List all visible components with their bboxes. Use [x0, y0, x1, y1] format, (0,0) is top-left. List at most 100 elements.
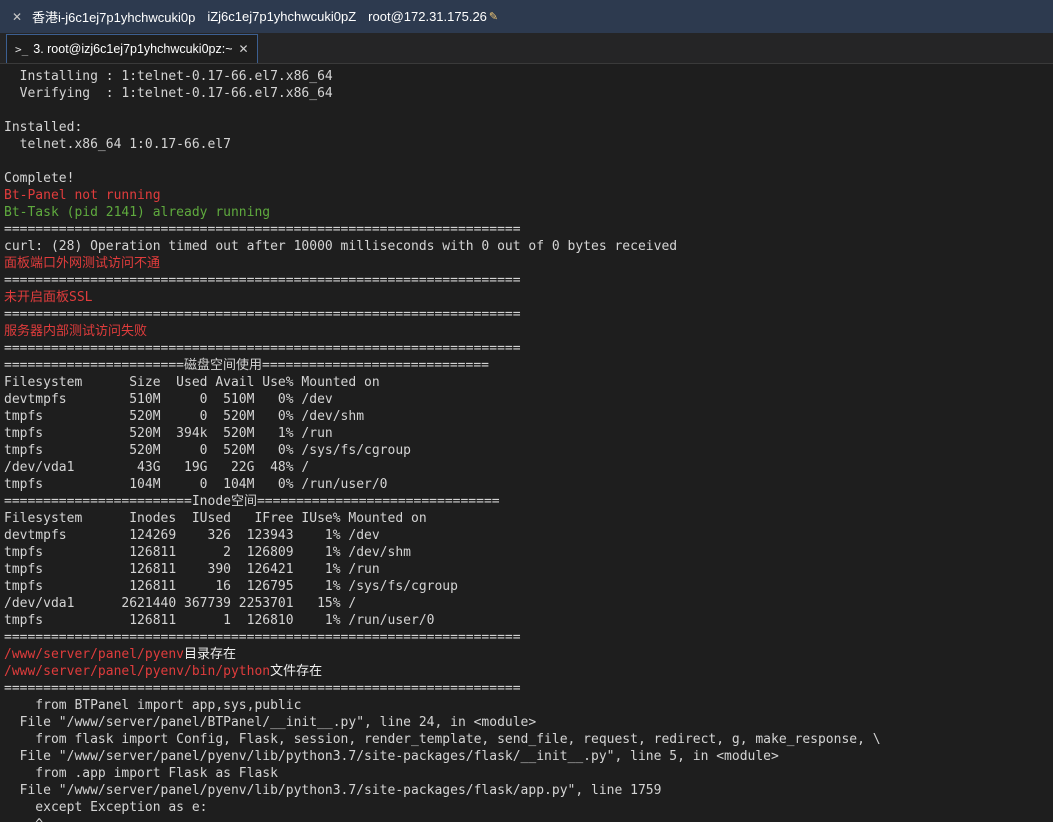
- terminal-text: File "/www/server/panel/BTPanel/__init__…: [4, 715, 537, 730]
- terminal-line: Bt-Panel not running: [4, 187, 1053, 204]
- terminal-text: ========================================…: [4, 273, 521, 288]
- title-user-host: root@172.31.175.26: [368, 9, 487, 24]
- terminal-line: tmpfs 126811 1 126810 1% /run/user/0: [4, 612, 1053, 629]
- terminal-text: Filesystem Inodes IUsed IFree IUse% Moun…: [4, 511, 427, 526]
- terminal-text: 文件存在: [270, 664, 323, 679]
- terminal-text: 目录存在: [184, 647, 237, 662]
- terminal-line: Filesystem Size Used Avail Use% Mounted …: [4, 374, 1053, 391]
- terminal-line: /dev/vda1 43G 19G 22G 48% /: [4, 459, 1053, 476]
- tab-bar: >_ 3. root@izj6c1ej7p1yhchwcuki0pz:~ ✕: [0, 33, 1053, 64]
- tab-terminal-session[interactable]: >_ 3. root@izj6c1ej7p1yhchwcuki0pz:~ ✕: [6, 34, 258, 63]
- terminal-line: Filesystem Inodes IUsed IFree IUse% Moun…: [4, 510, 1053, 527]
- terminal-text: 服务器内部测试访问失败: [4, 324, 148, 339]
- terminal-line: ========================================…: [4, 221, 1053, 238]
- terminal-line: /www/server/panel/pyenv目录存在: [4, 646, 1053, 663]
- title-session-name: 香港i-j6c1ej7p1yhchwcuki0p: [32, 10, 196, 25]
- terminal-text: ========================================…: [4, 341, 521, 356]
- terminal-text: tmpfs 520M 394k 520M 1% /run: [4, 426, 333, 441]
- terminal-line: Installed:: [4, 119, 1053, 136]
- terminal-text: File "/www/server/panel/pyenv/lib/python…: [4, 749, 779, 764]
- terminal-text: 未开启面板SSL: [4, 290, 93, 305]
- terminal-line: from flask import Config, Flask, session…: [4, 731, 1053, 748]
- terminal-line: ========================================…: [4, 340, 1053, 357]
- terminal-line: File "/www/server/panel/pyenv/lib/python…: [4, 748, 1053, 765]
- terminal-text: Complete!: [4, 171, 75, 186]
- terminal-text: Installed:: [4, 120, 83, 135]
- terminal-line: File "/www/server/panel/pyenv/lib/python…: [4, 782, 1053, 799]
- terminal-text: from flask import Config, Flask, session…: [4, 732, 881, 747]
- terminal-line: Installing : 1:telnet-0.17-66.el7.x86_64: [4, 68, 1053, 85]
- terminal-line: =======================磁盘空间使用===========…: [4, 357, 1053, 374]
- terminal-text: ========================================…: [4, 630, 521, 645]
- terminal-line: ========================Inode空间=========…: [4, 493, 1053, 510]
- terminal-line: File "/www/server/panel/BTPanel/__init__…: [4, 714, 1053, 731]
- terminal-line: ^: [4, 816, 1053, 822]
- terminal-line: ========================================…: [4, 306, 1053, 323]
- terminal-line: /www/server/panel/pyenv/bin/python文件存在: [4, 663, 1053, 680]
- terminal-line: Verifying : 1:telnet-0.17-66.el7.x86_64: [4, 85, 1053, 102]
- terminal-lines: Installing : 1:telnet-0.17-66.el7.x86_64…: [0, 64, 1053, 822]
- terminal-line: curl: (28) Operation timed out after 100…: [4, 238, 1053, 255]
- terminal-line: devtmpfs 124269 326 123943 1% /dev: [4, 527, 1053, 544]
- terminal-line: devtmpfs 510M 0 510M 0% /dev: [4, 391, 1053, 408]
- terminal-line: 服务器内部测试访问失败: [4, 323, 1053, 340]
- terminal-line: ========================================…: [4, 272, 1053, 289]
- terminal-text: tmpfs 126811 2 126809 1% /dev/shm: [4, 545, 411, 560]
- terminal-text: /www/server/panel/pyenv/bin/python: [4, 664, 271, 679]
- terminal-text: ========================================…: [4, 681, 521, 696]
- window-title-bar: ✕ 香港i-j6c1ej7p1yhchwcuki0p iZj6c1ej7p1yh…: [0, 0, 1053, 33]
- terminal-line: ========================================…: [4, 680, 1053, 697]
- terminal-line: tmpfs 520M 0 520M 0% /dev/shm: [4, 408, 1053, 425]
- terminal-text: ========================================…: [4, 307, 521, 322]
- disconnect-icon[interactable]: ✕: [10, 10, 24, 24]
- terminal-text: Bt-Panel not running: [4, 188, 161, 203]
- terminal-text: from BTPanel import app,sys,public: [4, 698, 302, 713]
- terminal-line: tmpfs 126811 390 126421 1% /run: [4, 561, 1053, 578]
- terminal-line: Complete!: [4, 170, 1053, 187]
- sync-status-icon: ✎: [488, 11, 499, 23]
- terminal-text: File "/www/server/panel/pyenv/lib/python…: [4, 783, 662, 798]
- terminal-line: tmpfs 520M 0 520M 0% /sys/fs/cgroup: [4, 442, 1053, 459]
- terminal-line: Bt-Task (pid 2141) already running: [4, 204, 1053, 221]
- terminal-line: except Exception as e:: [4, 799, 1053, 816]
- terminal-line: telnet.x86_64 1:0.17-66.el7: [4, 136, 1053, 153]
- terminal-text: /dev/vda1 43G 19G 22G 48% /: [4, 460, 310, 475]
- title-hostname: iZj6c1ej7p1yhchwcuki0pZ: [207, 9, 357, 24]
- terminal-text: Bt-Task (pid 2141) already running: [4, 205, 271, 220]
- terminal-line: ========================================…: [4, 629, 1053, 646]
- terminal-line: tmpfs 126811 16 126795 1% /sys/fs/cgroup: [4, 578, 1053, 595]
- terminal-text: tmpfs 126811 16 126795 1% /sys/fs/cgroup: [4, 579, 458, 594]
- terminal-text: /dev/vda1 2621440 367739 2253701 15% /: [4, 596, 357, 611]
- terminal-line: 面板端口外网测试访问不通: [4, 255, 1053, 272]
- terminal-icon: >_: [15, 42, 29, 56]
- terminal-text: /www/server/panel/pyenv: [4, 647, 185, 662]
- terminal-text: devtmpfs 510M 0 510M 0% /dev: [4, 392, 333, 407]
- terminal-text: tmpfs 520M 0 520M 0% /sys/fs/cgroup: [4, 443, 411, 458]
- terminal-output[interactable]: Installing : 1:telnet-0.17-66.el7.x86_64…: [0, 64, 1053, 822]
- terminal-text: ========================================…: [4, 222, 521, 237]
- terminal-text: tmpfs 520M 0 520M 0% /dev/shm: [4, 409, 365, 424]
- terminal-text: tmpfs 104M 0 104M 0% /run/user/0: [4, 477, 388, 492]
- terminal-text: telnet.x86_64 1:0.17-66.el7: [4, 137, 231, 152]
- tab-label: 3. root@izj6c1ej7p1yhchwcuki0pz:~: [33, 42, 233, 56]
- terminal-line: 未开启面板SSL: [4, 289, 1053, 306]
- terminal-text: ^: [4, 817, 43, 822]
- terminal-text: Filesystem Size Used Avail Use% Mounted …: [4, 375, 380, 390]
- terminal-text: Installing : 1:telnet-0.17-66.el7.x86_64: [4, 69, 333, 84]
- terminal-line: tmpfs 104M 0 104M 0% /run/user/0: [4, 476, 1053, 493]
- terminal-text: 面板端口外网测试访问不通: [4, 256, 161, 271]
- terminal-line: /dev/vda1 2621440 367739 2253701 15% /: [4, 595, 1053, 612]
- terminal-text: ========================Inode空间=========…: [4, 494, 500, 509]
- terminal-text: tmpfs 126811 390 126421 1% /run: [4, 562, 380, 577]
- terminal-line: tmpfs 126811 2 126809 1% /dev/shm: [4, 544, 1053, 561]
- terminal-text: tmpfs 126811 1 126810 1% /run/user/0: [4, 613, 435, 628]
- terminal-text: devtmpfs 124269 326 123943 1% /dev: [4, 528, 380, 543]
- terminal-line: tmpfs 520M 394k 520M 1% /run: [4, 425, 1053, 442]
- terminal-line: from BTPanel import app,sys,public: [4, 697, 1053, 714]
- terminal-text: from .app import Flask as Flask: [4, 766, 278, 781]
- terminal-text: except Exception as e:: [4, 800, 208, 815]
- terminal-text: Verifying : 1:telnet-0.17-66.el7.x86_64: [4, 86, 333, 101]
- close-icon[interactable]: ✕: [239, 42, 249, 56]
